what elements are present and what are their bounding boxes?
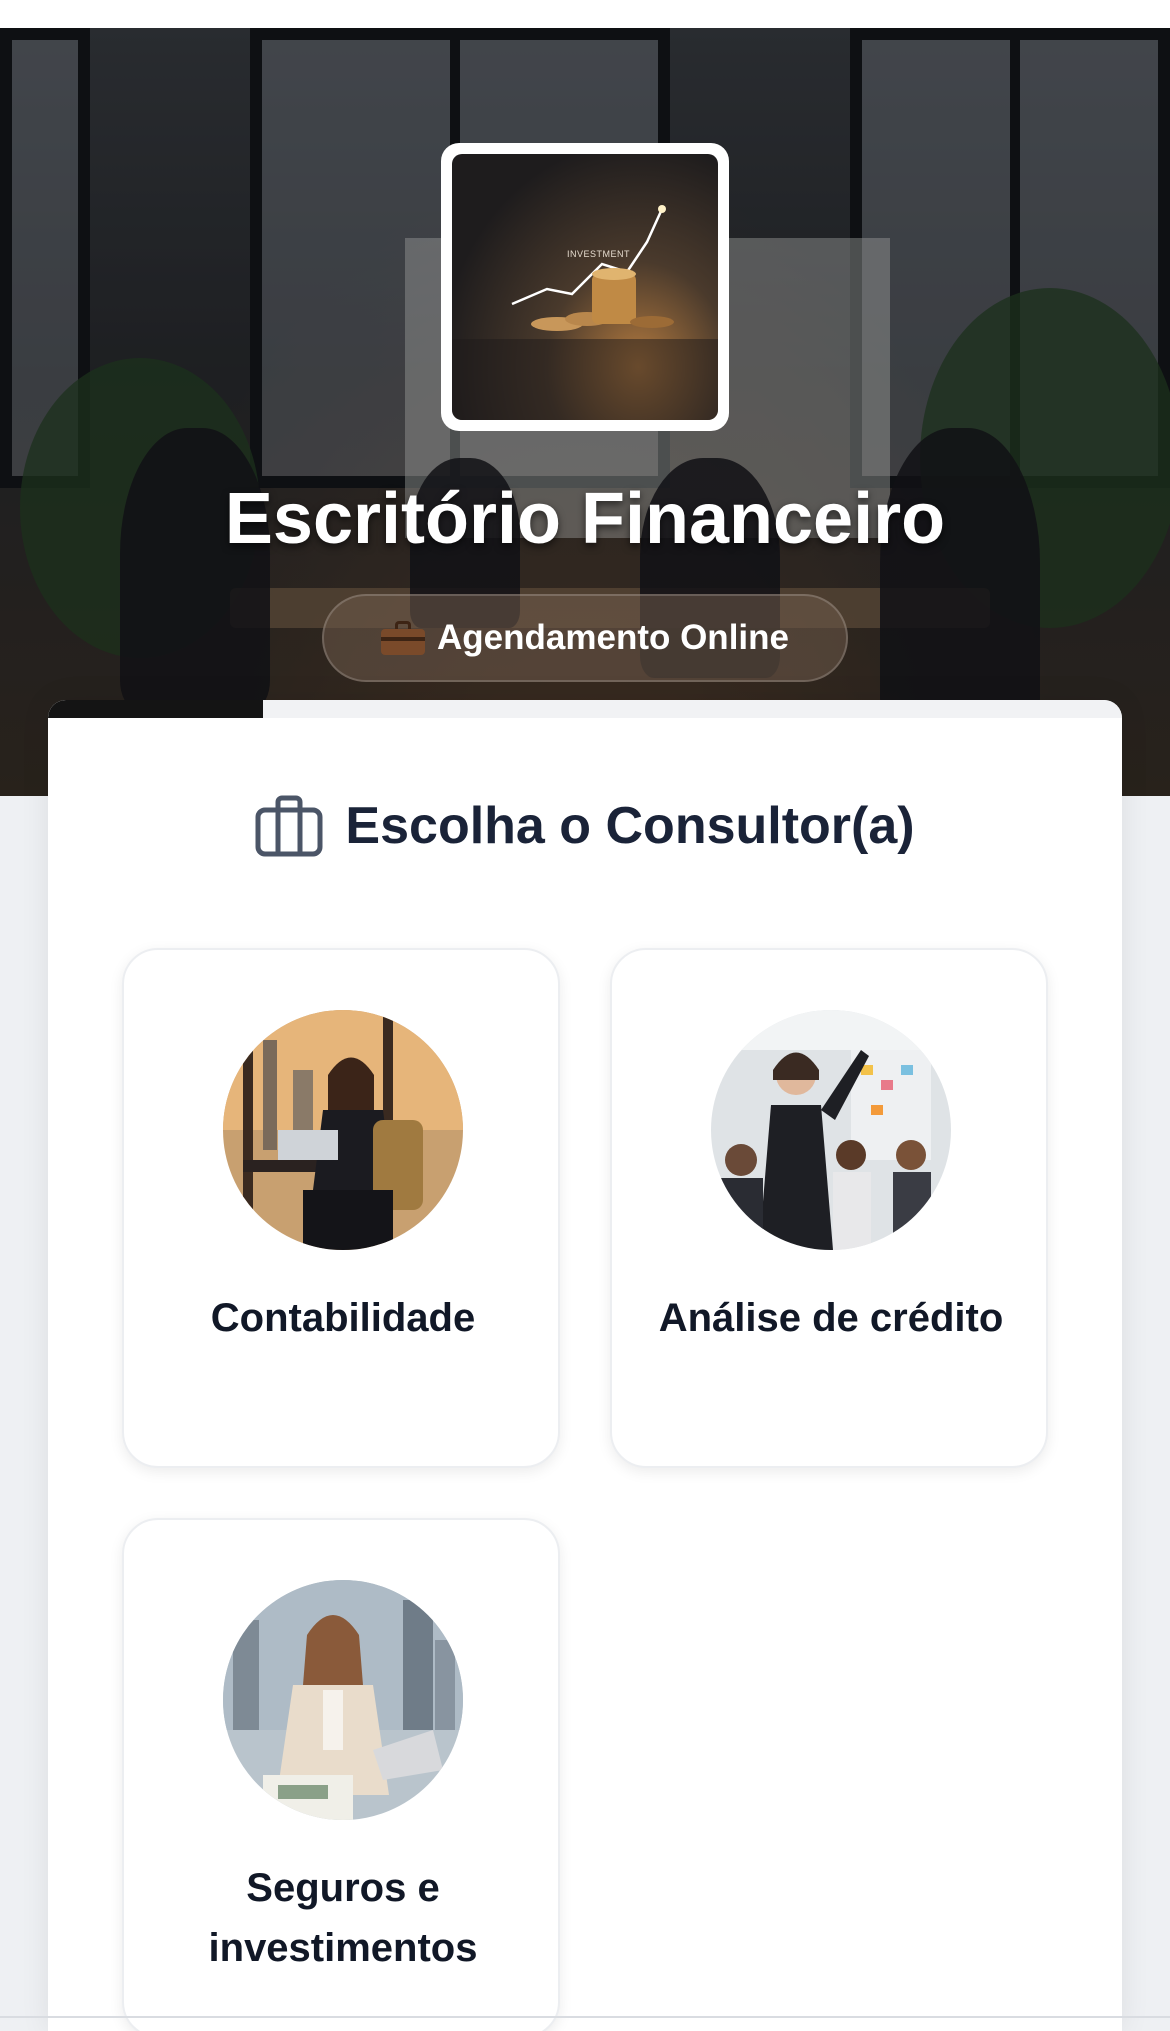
online-booking-badge: Agendamento Online: [322, 594, 848, 682]
briefcase-outline-icon: [255, 795, 323, 857]
section-title: Escolha o Consultor(a): [345, 797, 915, 855]
consultant-name: Análise de crédito: [658, 1296, 1004, 1340]
status-bar: [0, 0, 1170, 28]
booking-card: Escolha o Consultor(a) Contabilidade Aná…: [48, 700, 1122, 2031]
badge-label: Agendamento Online: [437, 618, 789, 657]
step-progress-bar: [48, 700, 1122, 718]
consultant-card-analise-de-credito[interactable]: Análise de crédito: [610, 948, 1048, 1468]
consultant-photo: [223, 1010, 463, 1250]
consultant-avatar: [223, 1010, 463, 1250]
briefcase-icon: [381, 621, 426, 655]
step-progress-fill: [48, 700, 263, 718]
consultant-avatar: [711, 1010, 951, 1250]
consultant-photo: [223, 1580, 463, 1820]
page-title: Escritório Financeiro: [224, 479, 946, 559]
consultant-card-seguros-e-investimentos[interactable]: Seguros e investimentos: [122, 1518, 560, 2031]
consultant-name: Seguros e investimentos: [208, 1866, 478, 1970]
company-logo: INVESTMENT: [441, 143, 729, 431]
logo-caption: INVESTMENT: [567, 249, 631, 259]
consultant-card-contabilidade[interactable]: Contabilidade: [122, 948, 560, 1468]
consultant-name: Contabilidade: [210, 1296, 476, 1340]
consultant-avatar: [223, 1580, 463, 1820]
section-heading: Escolha o Consultor(a): [48, 795, 1122, 857]
logo-image: INVESTMENT: [452, 154, 718, 420]
consultant-photo: [711, 1010, 951, 1250]
bottom-divider: [0, 2016, 1170, 2018]
coins-chart-icon: [452, 205, 718, 420]
